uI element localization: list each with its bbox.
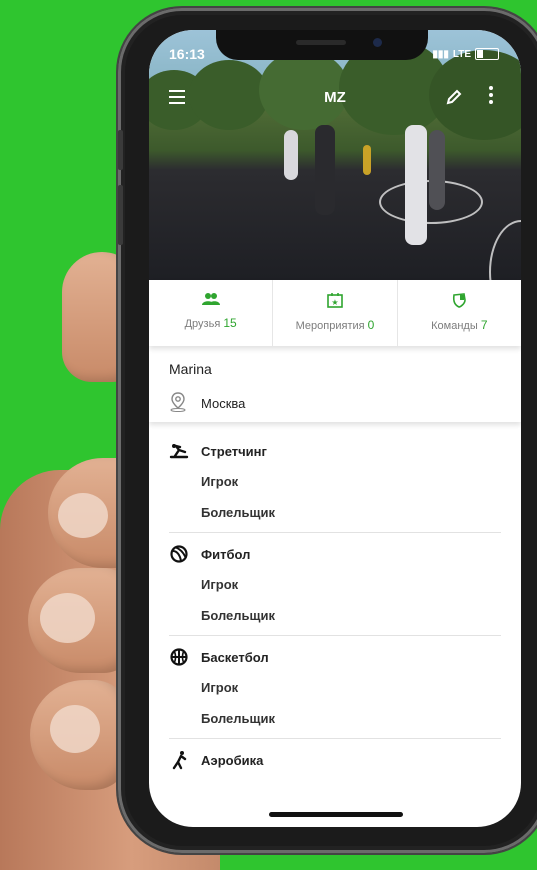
- profile-city: Москва: [201, 396, 246, 411]
- stats-bar: Друзья 15 ★ Мероприятия 0 Команды 7: [149, 280, 521, 346]
- sport-item[interactable]: Стретчинг Игрок Болельщик: [169, 430, 501, 533]
- stretching-icon: [169, 441, 189, 461]
- header-title: MZ: [324, 89, 346, 106]
- phone-notch: [216, 30, 428, 60]
- sports-list: Стретчинг Игрок Болельщик Фитбол Игрок Б…: [149, 430, 521, 779]
- sport-name: Стретчинг: [201, 443, 267, 459]
- stat-label: Команды: [431, 320, 478, 332]
- edit-icon[interactable]: [445, 88, 463, 111]
- profile-name: Marina: [169, 361, 212, 377]
- friends-icon: [149, 292, 272, 311]
- sport-item[interactable]: Фитбол Игрок Болельщик: [169, 533, 501, 636]
- status-time: 16:13: [169, 46, 205, 62]
- location-pin-icon: [169, 392, 187, 417]
- network-label: LTE: [452, 48, 471, 60]
- teams-shield-icon: [398, 292, 521, 313]
- sport-role: Болельщик: [201, 711, 275, 726]
- stat-label: Мероприятия: [295, 320, 365, 332]
- signal-icon: ▮▮▮: [432, 48, 449, 60]
- hand-finger: [30, 680, 130, 790]
- stat-count: 7: [480, 318, 488, 332]
- more-icon[interactable]: [489, 86, 495, 107]
- stat-count: 0: [367, 318, 375, 332]
- events-calendar-icon: ★: [273, 292, 396, 313]
- stat-events[interactable]: ★ Мероприятия 0: [273, 280, 398, 346]
- sport-item[interactable]: Аэробика: [169, 739, 501, 779]
- sport-role: Болельщик: [201, 505, 275, 520]
- phone-button: [118, 130, 123, 170]
- sport-name: Аэробика: [201, 752, 264, 768]
- sport-name: Фитбол: [201, 546, 251, 562]
- sport-name: Баскетбол: [201, 649, 269, 665]
- home-indicator[interactable]: [269, 812, 403, 817]
- top-bar: MZ: [149, 86, 521, 112]
- aerobics-icon: [169, 750, 189, 770]
- stat-teams[interactable]: Команды 7: [398, 280, 521, 346]
- cover-photo: [149, 30, 521, 330]
- sport-role: Игрок: [201, 680, 239, 695]
- sport-role: Болельщик: [201, 608, 275, 623]
- stat-friends[interactable]: Друзья 15: [149, 280, 274, 346]
- profile-info: Marina Москва: [149, 346, 521, 422]
- sport-role: Игрок: [201, 474, 239, 489]
- stat-count: 15: [223, 316, 237, 330]
- sport-item[interactable]: Баскетбол Игрок Болельщик: [169, 636, 501, 739]
- basketball-icon: [169, 647, 189, 667]
- fitball-icon: [169, 544, 189, 564]
- app-screen: 16:13 ▮▮▮ LTE MZ Друзья 15 ★ Мероприятия…: [149, 30, 521, 827]
- stat-label: Друзья: [184, 318, 221, 330]
- phone-button: [118, 185, 123, 245]
- svg-text:★: ★: [331, 298, 338, 307]
- sport-role: Игрок: [201, 577, 239, 592]
- status-indicators: ▮▮▮ LTE: [432, 48, 499, 60]
- battery-icon: [475, 48, 499, 60]
